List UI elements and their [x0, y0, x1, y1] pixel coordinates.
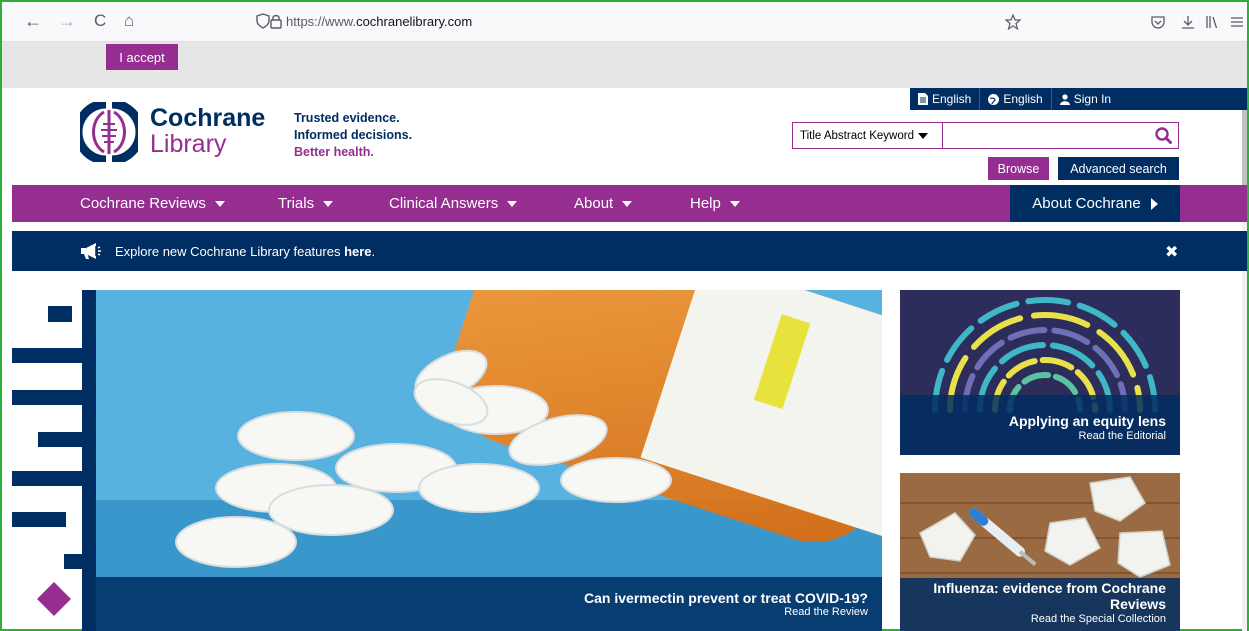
- caret-down-icon: [323, 200, 334, 207]
- forward-icon[interactable]: →: [58, 12, 76, 30]
- site-language-link[interactable]: English: [980, 88, 1052, 110]
- nav-item-trials[interactable]: Trials: [278, 185, 334, 222]
- decorative-bar: [48, 306, 72, 322]
- tagline-line-3: Better health.: [294, 145, 374, 159]
- language-label: English: [932, 92, 972, 106]
- nav-label: Clinical Answers: [389, 195, 499, 212]
- nav-item-help[interactable]: Help: [690, 185, 740, 222]
- caret-down-icon: [729, 200, 740, 207]
- close-icon[interactable]: ✖: [1165, 242, 1178, 262]
- bookmark-star-icon[interactable]: [1005, 14, 1021, 30]
- search-form: Title Abstract Keyword: [792, 122, 1179, 149]
- feature-card-equity[interactable]: Applying an equity lens Read the Editori…: [900, 290, 1180, 455]
- tagline-line-1: Trusted evidence.: [294, 111, 400, 125]
- caret-down-icon: [622, 200, 633, 207]
- cochrane-logo-icon[interactable]: [80, 102, 138, 162]
- hero-title[interactable]: Can ivermectin prevent or treat COVID-19…: [96, 590, 868, 606]
- search-button[interactable]: [1148, 123, 1178, 148]
- url-text[interactable]: https://www.cochranelibrary.com: [286, 14, 472, 29]
- caret-down-icon: [214, 200, 225, 207]
- site-language-label: English: [1003, 92, 1043, 106]
- tagline-line-2: Informed decisions.: [294, 128, 413, 142]
- search-scope-select[interactable]: Title Abstract Keyword: [793, 123, 943, 148]
- search-input[interactable]: [943, 123, 1148, 148]
- card-title[interactable]: Applying an equity lens: [900, 413, 1166, 429]
- decorative-bar: [12, 390, 82, 405]
- browse-button[interactable]: Browse: [988, 157, 1049, 180]
- nav-item-clinical-answers[interactable]: Clinical Answers: [389, 185, 518, 222]
- banner-link[interactable]: here: [344, 244, 371, 259]
- language-link[interactable]: English: [910, 88, 981, 110]
- lock-icon[interactable]: [270, 13, 282, 29]
- search-icon: [1154, 127, 1172, 144]
- menu-icon[interactable]: [1230, 14, 1244, 30]
- nav-label: About: [574, 195, 614, 212]
- card-caption: Influenza: evidence from Cochrane Review…: [900, 578, 1180, 631]
- about-cochrane-button[interactable]: About Cochrane: [1010, 185, 1180, 222]
- nav-item-cochrane-reviews[interactable]: Cochrane Reviews: [80, 185, 225, 222]
- announcement-banner: Explore new Cochrane Library features he…: [12, 231, 1247, 271]
- card-caption: Applying an equity lens Read the Editori…: [900, 395, 1180, 455]
- library-icon[interactable]: [1204, 14, 1220, 30]
- banner-period: .: [371, 244, 376, 259]
- megaphone-icon: [81, 243, 101, 259]
- logo-title[interactable]: Cochrane: [150, 105, 265, 131]
- card-subtitle[interactable]: Read the Editorial: [900, 429, 1166, 443]
- logo-subtitle[interactable]: Library: [150, 131, 226, 157]
- hero-feature[interactable]: Can ivermectin prevent or treat COVID-19…: [96, 290, 882, 631]
- accept-cookies-button[interactable]: I accept: [106, 44, 178, 70]
- sign-in-link[interactable]: Sign In: [1052, 88, 1119, 110]
- sign-in-label: Sign In: [1073, 92, 1112, 106]
- user-icon: [1059, 93, 1070, 105]
- reload-icon[interactable]: C: [94, 12, 106, 30]
- globe-icon: [988, 93, 1000, 105]
- nav-label: Cochrane Reviews: [80, 195, 206, 212]
- nav-item-about[interactable]: About: [574, 185, 633, 222]
- browser-toolbar: ← → C ⌂ https://www.cochranelibrary.com: [2, 2, 1247, 42]
- pocket-icon[interactable]: [1150, 14, 1166, 30]
- search-scope-label: Title Abstract Keyword: [800, 129, 914, 142]
- card-title[interactable]: Influenza: evidence from Cochrane Review…: [900, 580, 1166, 612]
- nav-label: Trials: [278, 195, 315, 212]
- advanced-search-button[interactable]: Advanced search: [1058, 157, 1179, 180]
- cookie-bar: I accept: [2, 42, 1247, 88]
- nav-label: Help: [690, 195, 721, 212]
- card-subtitle[interactable]: Read the Special Collection: [900, 612, 1166, 626]
- decorative-spine: [82, 290, 96, 631]
- decorative-bar: [12, 512, 66, 527]
- decorative-diamond: [37, 582, 71, 616]
- hero-subtitle[interactable]: Read the Review: [96, 606, 868, 618]
- shield-icon[interactable]: [256, 13, 270, 29]
- about-cochrane-label: About Cochrane: [1032, 195, 1141, 212]
- feature-card-influenza[interactable]: Influenza: evidence from Cochrane Review…: [900, 473, 1180, 631]
- utility-bar: English English Sign In: [910, 88, 1247, 110]
- back-icon[interactable]: ←: [24, 12, 42, 30]
- banner-text: Explore new Cochrane Library features he…: [115, 244, 375, 259]
- home-icon[interactable]: ⌂: [124, 12, 134, 30]
- banner-message: Explore new Cochrane Library features: [115, 244, 345, 259]
- caret-down-icon: [917, 132, 928, 139]
- caret-right-icon: [1150, 197, 1158, 210]
- download-icon[interactable]: [1180, 14, 1196, 30]
- document-icon: [918, 93, 928, 105]
- hero-caption: Can ivermectin prevent or treat COVID-19…: [96, 577, 882, 631]
- caret-down-icon: [507, 200, 518, 207]
- tagline: Trusted evidence. Informed decisions. Be…: [294, 110, 412, 161]
